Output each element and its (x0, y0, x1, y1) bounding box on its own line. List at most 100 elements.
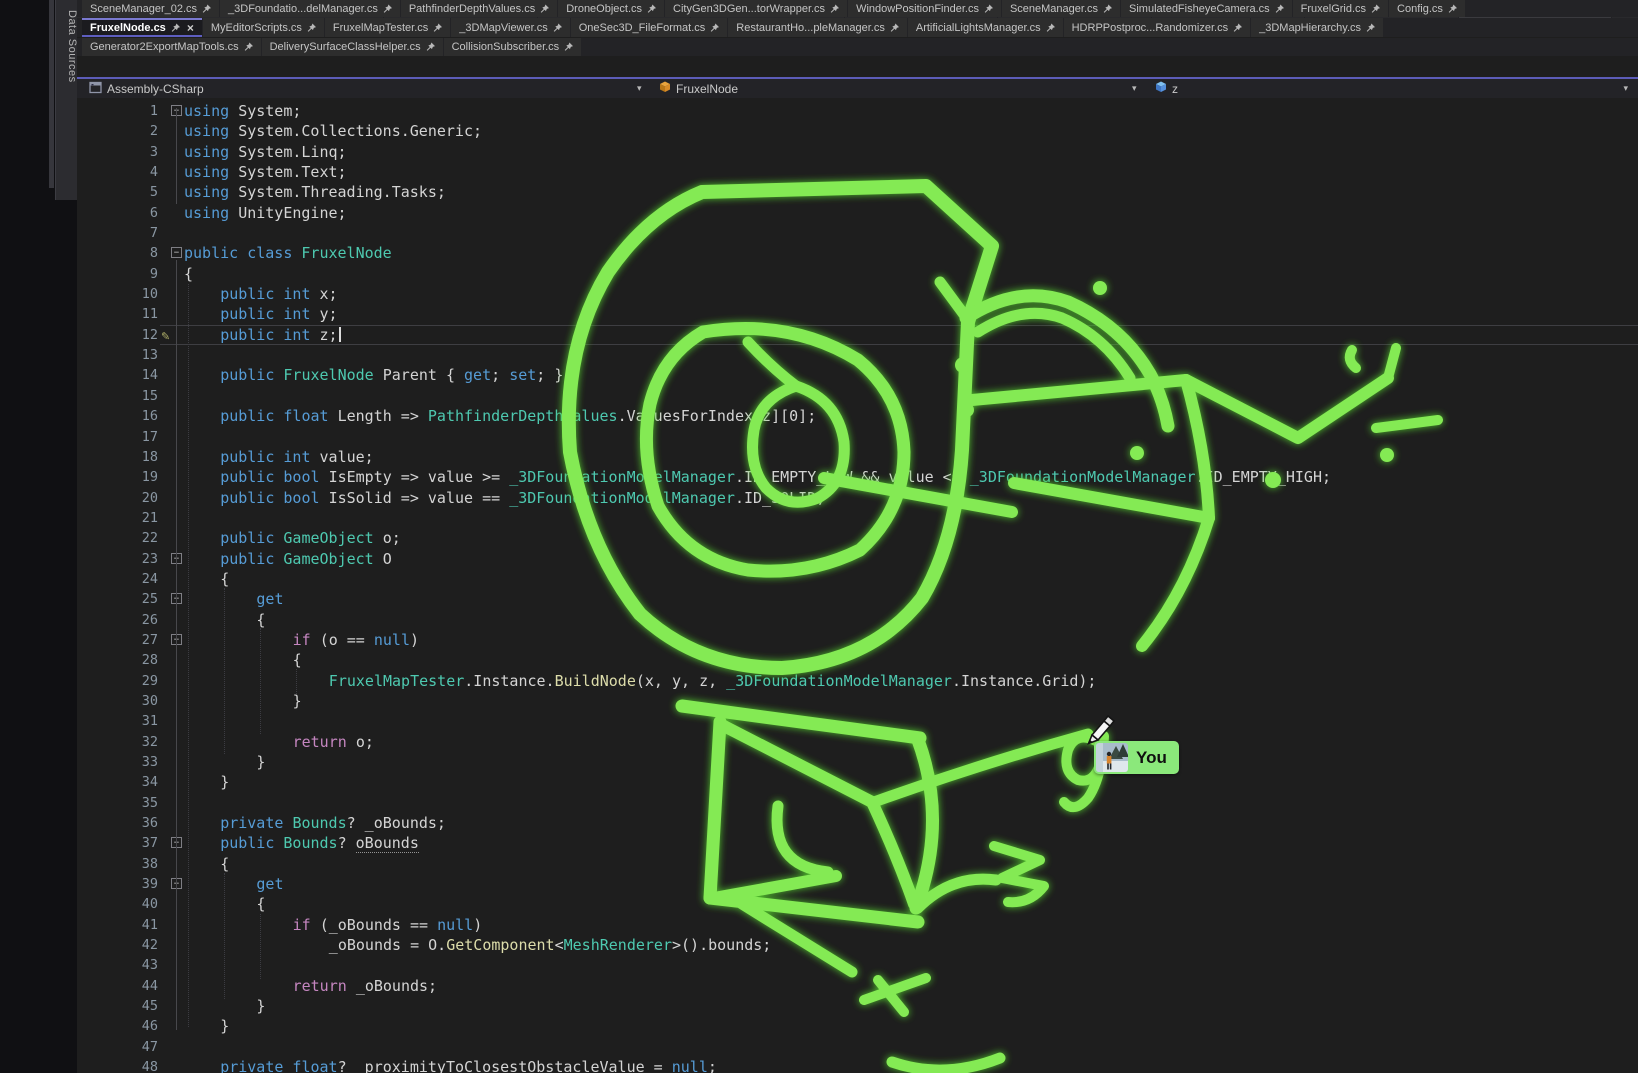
tab-FruxelMapTester.cs[interactable]: FruxelMapTester.cs (325, 18, 450, 37)
tab-DroneObject.cs[interactable]: DroneObject.cs (558, 0, 664, 17)
code-line[interactable]: 11public int y; (77, 304, 1638, 324)
tab-_3DMapViewer.cs[interactable]: _3DMapViewer.cs (451, 18, 569, 37)
code-line[interactable]: 2using System.Collections.Generic; (77, 121, 1638, 141)
tab-CityGen3DGen...torWrapper.cs[interactable]: CityGen3DGen...torWrapper.cs (665, 0, 847, 17)
code-line[interactable]: 33} (77, 752, 1638, 772)
code-line[interactable]: 3using System.Linq; (77, 142, 1638, 162)
code-line[interactable]: 42_oBounds = O.GetComponent<MeshRenderer… (77, 935, 1638, 955)
tab-_3DMapHierarchy.cs[interactable]: _3DMapHierarchy.cs (1251, 18, 1383, 37)
pin-icon[interactable] (1366, 23, 1375, 33)
pin-icon[interactable] (1103, 4, 1112, 14)
code-line[interactable]: 44return _oBounds; (77, 976, 1638, 996)
pin-icon[interactable] (984, 4, 993, 14)
tab-RestaurantHo...pleManager.cs[interactable]: RestaurantHo...pleManager.cs (728, 18, 907, 37)
code-line[interactable]: 43 (77, 955, 1638, 975)
pin-icon[interactable] (1448, 4, 1457, 14)
code-line[interactable]: 4using System.Text; (77, 162, 1638, 182)
tab-Config.cs[interactable]: Config.cs (1389, 0, 1465, 17)
pin-icon[interactable] (1233, 23, 1242, 33)
code-line[interactable]: 6using UnityEngine; (77, 203, 1638, 223)
code-line[interactable]: 18public int value; (77, 447, 1638, 467)
code-line[interactable]: 5using System.Threading.Tasks; (77, 182, 1638, 202)
code-line[interactable]: 30} (77, 691, 1638, 711)
code-line[interactable]: 39−get (77, 874, 1638, 894)
code-line[interactable]: 24{ (77, 569, 1638, 589)
tab-CollisionSubscriber.cs[interactable]: CollisionSubscriber.cs (444, 38, 582, 56)
code-line[interactable]: 32return o; (77, 732, 1638, 752)
pin-icon[interactable] (307, 23, 316, 33)
code-line[interactable]: 28{ (77, 650, 1638, 670)
code-line[interactable]: 37−public Bounds? oBounds (77, 833, 1638, 853)
close-icon[interactable]: × (185, 22, 194, 34)
tab-_3DFoundatio...delManager.cs[interactable]: _3DFoundatio...delManager.cs (220, 0, 400, 17)
tab-WindowPositionFinder.cs[interactable]: WindowPositionFinder.cs (848, 0, 1001, 17)
code-line[interactable]: 23−public GameObject O (77, 549, 1638, 569)
breadcrumb-class-dropdown[interactable]: ▾ (1132, 79, 1137, 98)
code-line[interactable]: 9{ (77, 264, 1638, 284)
breadcrumb-project-dropdown[interactable]: ▾ (637, 79, 642, 98)
code-line[interactable]: 38{ (77, 854, 1638, 874)
code-line[interactable]: 13 (77, 345, 1638, 365)
pin-icon[interactable] (171, 23, 180, 33)
code-line[interactable]: 1−using System; (77, 101, 1638, 121)
code-line[interactable]: 10public int x; (77, 284, 1638, 304)
code-line[interactable]: 22public GameObject o; (77, 528, 1638, 548)
code-line[interactable]: 17 (77, 427, 1638, 447)
code-line[interactable]: 40{ (77, 894, 1638, 914)
pin-icon[interactable] (1275, 4, 1284, 14)
breadcrumb-project[interactable]: Assembly-CSharp (89, 79, 204, 98)
code-line[interactable]: 20public bool IsSolid => value == _3DFou… (77, 488, 1638, 508)
pin-icon[interactable] (433, 23, 442, 33)
code-line[interactable]: 19public bool IsEmpty => value >= _3DFou… (77, 467, 1638, 487)
pin-icon[interactable] (383, 4, 392, 14)
tab-SceneManager_02.cs[interactable]: SceneManager_02.cs (82, 0, 219, 17)
code-line[interactable]: 14public FruxelNode Parent { get; set; } (77, 365, 1638, 385)
data-sources-vertical-tab[interactable]: Data Sources (55, 0, 78, 200)
code-line[interactable]: 48private float? proximityToClosestObsta… (77, 1057, 1638, 1073)
tab-SceneManager.cs[interactable]: SceneManager.cs (1002, 0, 1120, 17)
code-line[interactable]: 7 (77, 223, 1638, 243)
tab-PathfinderDepthValues.cs[interactable]: PathfinderDepthValues.cs (401, 0, 557, 17)
code-line[interactable]: 34} (77, 772, 1638, 792)
code-line[interactable]: 35 (77, 793, 1638, 813)
pin-icon[interactable] (426, 42, 435, 52)
pin-icon[interactable] (1371, 4, 1380, 14)
code-line[interactable]: 26{ (77, 610, 1638, 630)
code-line[interactable]: 27−if (o == null) (77, 630, 1638, 650)
tab-FruxelNode.cs[interactable]: FruxelNode.cs× (82, 18, 202, 37)
pin-icon[interactable] (710, 23, 719, 33)
pin-icon[interactable] (890, 23, 899, 33)
pin-icon[interactable] (830, 4, 839, 14)
code-editor[interactable]: 1−using System;2using System.Collections… (77, 98, 1638, 1073)
tab-FruxelGrid.cs[interactable]: FruxelGrid.cs (1293, 0, 1388, 17)
tab-ArtificialLightsManager.cs[interactable]: ArtificialLightsManager.cs (908, 18, 1063, 37)
fold-collapse-button[interactable]: − (171, 247, 182, 258)
code-line[interactable]: 31 (77, 711, 1638, 731)
code-line[interactable]: 25−get (77, 589, 1638, 609)
tab-DeliverySurfaceClassHelper.cs[interactable]: DeliverySurfaceClassHelper.cs (262, 38, 443, 56)
code-line[interactable]: 47 (77, 1037, 1638, 1057)
pin-icon[interactable] (1046, 23, 1055, 33)
code-line[interactable]: 45} (77, 996, 1638, 1016)
code-line[interactable]: 21 (77, 508, 1638, 528)
breadcrumb-overflow[interactable]: ▾ (1623, 79, 1628, 98)
code-line[interactable]: 46} (77, 1016, 1638, 1036)
code-line[interactable]: 16public float Length => PathfinderDepth… (77, 406, 1638, 426)
pin-icon[interactable] (564, 42, 573, 52)
tab-Generator2ExportMapTools.cs[interactable]: Generator2ExportMapTools.cs (82, 38, 261, 56)
code-line[interactable]: 36private Bounds? _oBounds; (77, 813, 1638, 833)
code-line[interactable]: 41if (_oBounds == null) (77, 915, 1638, 935)
code-line[interactable]: 15 (77, 386, 1638, 406)
code-line[interactable]: 29FruxelMapTester.Instance.BuildNode(x, … (77, 671, 1638, 691)
pin-icon[interactable] (553, 23, 562, 33)
breadcrumb-member[interactable]: z (1155, 79, 1178, 98)
breadcrumb-class[interactable]: FruxelNode (659, 79, 738, 98)
tab-OneSec3D_FileFormat.cs[interactable]: OneSec3D_FileFormat.cs (571, 18, 728, 37)
tab-HDRPPostproc...Randomizer.cs[interactable]: HDRPPostproc...Randomizer.cs (1064, 18, 1251, 37)
pin-icon[interactable] (647, 4, 656, 14)
tab-SimulatedFisheyeCamera.cs[interactable]: SimulatedFisheyeCamera.cs (1121, 0, 1292, 17)
pin-icon[interactable] (202, 4, 211, 14)
pin-icon[interactable] (244, 42, 253, 52)
code-line[interactable]: 8−public class FruxelNode (77, 243, 1638, 263)
pin-icon[interactable] (540, 4, 549, 14)
